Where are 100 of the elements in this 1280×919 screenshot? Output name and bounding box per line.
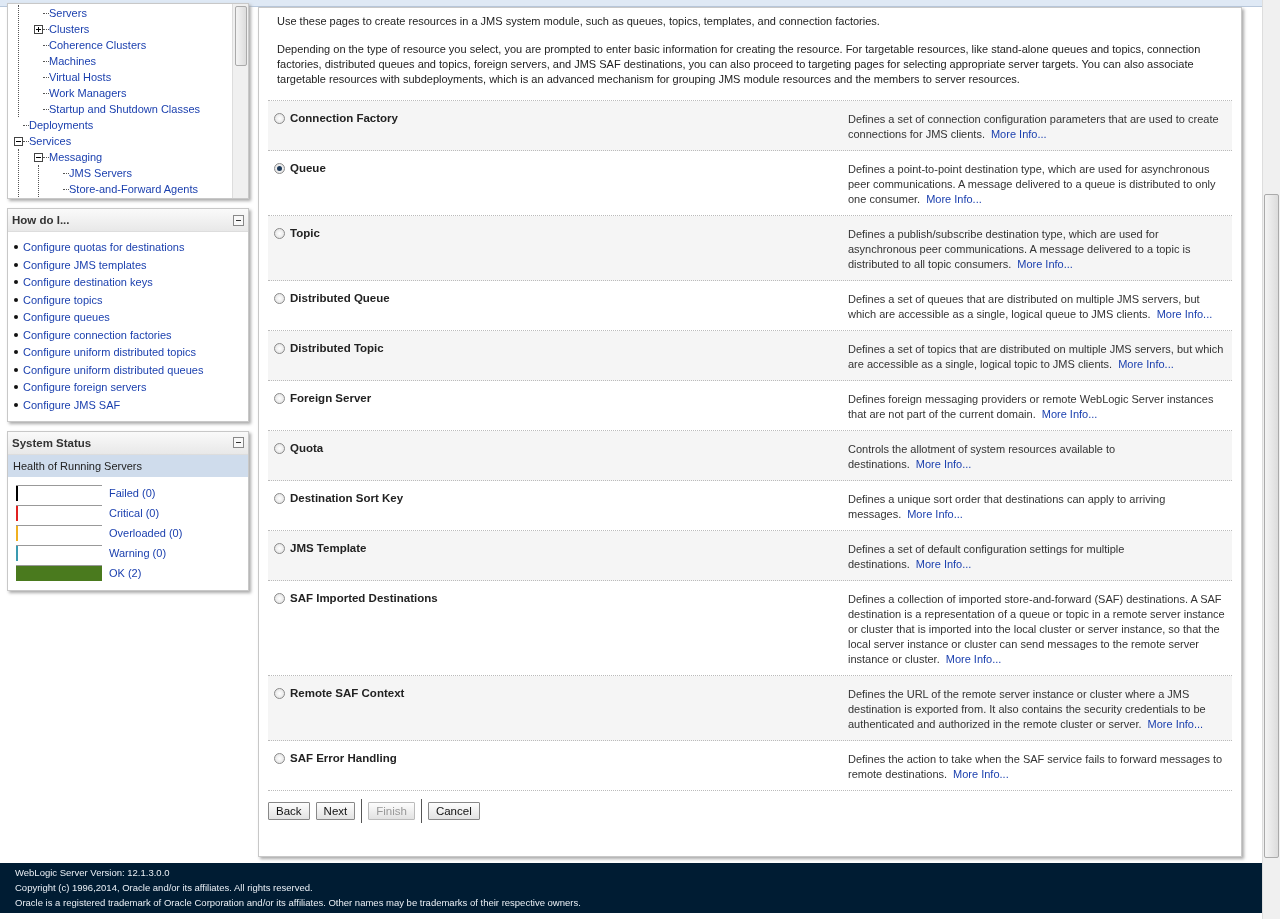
option-description: Defines foreign messaging providers or remote WebLogic Server instances that are not part of the current domain. More Info... xyxy=(848,392,1215,422)
wizard-button[interactable]: Cancel xyxy=(427,802,480,820)
tree-item[interactable]: Servers xyxy=(49,7,87,19)
bullet-icon xyxy=(14,367,18,372)
tree-item[interactable]: Deployments xyxy=(29,119,94,131)
option-label: Distributed Queue xyxy=(290,292,390,304)
plus-icon[interactable] xyxy=(34,24,43,34)
option-label: Topic xyxy=(290,227,320,239)
option-description: Controls the allotment of system resources available to destinations. More Info... xyxy=(848,442,1117,472)
help-link[interactable]: Configure queues xyxy=(23,311,110,323)
more-info-link[interactable]: More Info... xyxy=(1118,358,1174,370)
status-link[interactable]: OK (2) xyxy=(109,566,142,579)
more-info-link[interactable]: More Info... xyxy=(1156,308,1213,320)
minus-icon[interactable] xyxy=(14,136,23,146)
wizard-button[interactable]: Back xyxy=(268,802,310,820)
bullet-icon xyxy=(14,262,18,267)
tree-item[interactable]: JMS Servers xyxy=(69,167,132,179)
radio-button[interactable] xyxy=(274,593,285,604)
tree-item[interactable]: Coherence Clusters xyxy=(49,39,147,51)
intro-paragraph: Use these pages to create resources in a JMS system module, such as queues, topics, templates, and connection factories. xyxy=(277,14,881,29)
option-label: Connection Factory xyxy=(290,112,398,124)
option-description: Defines the URL of the remote server instance or cluster where a JMS destination is exported from. It also contains the security credentials to be authenticated and authorized in the remote cluster or server. More Info... xyxy=(848,687,1207,732)
radio-button[interactable] xyxy=(274,543,285,554)
scrollbar[interactable] xyxy=(232,4,248,198)
scrollbar[interactable] xyxy=(1262,0,1280,919)
help-link[interactable]: Configure destination keys xyxy=(23,276,153,288)
more-info-link[interactable]: More Info... xyxy=(1147,718,1204,730)
health-heading: Health of Running Servers xyxy=(8,454,248,477)
tree-item[interactable]: Messaging xyxy=(49,151,103,163)
radio-button[interactable] xyxy=(274,293,285,304)
help-link[interactable]: Configure topics xyxy=(23,293,103,306)
status-link[interactable]: Critical (0) xyxy=(109,506,160,519)
tree-item[interactable]: Machines xyxy=(49,55,97,67)
more-info-link[interactable]: More Info... xyxy=(915,558,972,570)
help-link[interactable]: Configure JMS SAF xyxy=(23,398,121,411)
option-label: Destination Sort Key xyxy=(290,492,404,504)
option-label: Distributed Topic xyxy=(290,342,384,354)
minus-icon[interactable] xyxy=(34,152,43,162)
option-description: Defines a set of topics that are distributed on multiple JMS servers, but which are accessible as a single, logical topic to JMS clients. More Info... xyxy=(848,342,1225,372)
collapse-icon[interactable] xyxy=(233,214,244,226)
option-label: Quota xyxy=(290,442,324,454)
footer-text: Oracle is a registered trademark of Oracle Corporation and/or its affiliates. Other names may be trademarks of their respective owners. xyxy=(15,896,582,909)
option-description: Defines the action to take when the SAF service fails to forward messages to remote destinations. More Info... xyxy=(848,752,1224,782)
bullet-icon xyxy=(14,385,18,389)
footer-text: WebLogic Server Version: 12.1.3.0.0 xyxy=(15,866,171,879)
tree-item[interactable]: Virtual Hosts xyxy=(49,71,112,83)
option-description: Defines a collection of imported store-and-forward (SAF) destinations. A SAF destination is a representation of a queue or topic in a remote server instance or cluster that is imported into the local cluster or server instance, so that the local server instance or cluster can send messages to the remote server instance or cluster. More Info... xyxy=(848,592,1226,667)
bullet-icon xyxy=(14,280,18,284)
more-info-link[interactable]: More Info... xyxy=(990,128,1047,140)
bullet-icon xyxy=(14,245,18,249)
bullet-icon xyxy=(14,297,18,302)
option-label: Queue xyxy=(290,162,326,174)
tree-item[interactable]: Work Managers xyxy=(49,87,127,99)
option-description: Defines a point-to-point destination type, which are used for asynchronous peer communications. A message delivered to a queue is distributed to only one consumer. More Info... xyxy=(848,162,1217,207)
radio-button[interactable] xyxy=(274,343,285,354)
option-description: Defines a publish/subscribe destination type, which are used for asynchronous peer communications. A message delivered to a topic is distributed to all topic consumers. More Info... xyxy=(848,227,1192,272)
more-info-link[interactable]: More Info... xyxy=(907,508,963,520)
more-info-link[interactable]: More Info... xyxy=(926,193,982,205)
option-description: Defines a unique sort order that destinations can apply to arriving messages. More Info... xyxy=(848,492,1167,522)
option-description: Defines a set of default configuration settings for multiple destinations. More Info... xyxy=(848,542,1126,572)
option-label: Remote SAF Context xyxy=(290,687,405,699)
wizard-button[interactable]: Next xyxy=(315,802,356,820)
radio-button[interactable] xyxy=(274,393,285,404)
radio-button[interactable] xyxy=(274,493,285,504)
help-link[interactable]: Configure JMS templates xyxy=(23,258,147,271)
bullet-icon xyxy=(14,315,18,319)
bullet-icon xyxy=(14,332,18,337)
panel-title: How do I... xyxy=(12,214,70,226)
option-label: SAF Error Handling xyxy=(290,752,397,764)
tree-item[interactable]: Store-and-Forward Agents xyxy=(69,183,198,195)
footer-text: Copyright (c) 1996,2014, Oracle and/or its affiliates. All rights reserved. xyxy=(15,881,314,894)
help-link[interactable]: Configure uniform distributed topics xyxy=(23,346,197,358)
help-link[interactable]: Configure quotas for destinations xyxy=(23,241,185,253)
help-link[interactable]: Configure foreign servers xyxy=(23,381,147,393)
more-info-link[interactable]: More Info... xyxy=(953,768,1009,780)
more-info-link[interactable]: More Info... xyxy=(945,653,1002,665)
more-info-link[interactable]: More Info... xyxy=(1041,408,1098,420)
help-link[interactable]: Configure connection factories xyxy=(23,328,172,341)
tree-item[interactable]: Clusters xyxy=(49,23,90,35)
radio-button[interactable] xyxy=(274,228,285,239)
help-link[interactable]: Configure uniform distributed queues xyxy=(23,363,204,376)
option-label: SAF Imported Destinations xyxy=(290,592,438,604)
collapse-icon[interactable] xyxy=(233,437,244,448)
status-link[interactable]: Failed (0) xyxy=(109,486,156,499)
panel-title: System Status xyxy=(12,436,92,449)
option-label: Foreign Server xyxy=(290,392,372,404)
tree-item[interactable]: Startup and Shutdown Classes xyxy=(49,103,201,115)
option-description: Defines a set of connection configuration parameters that are used to create connections for JMS clients. More Info... xyxy=(848,112,1220,142)
radio-button[interactable] xyxy=(274,443,285,454)
radio-button[interactable] xyxy=(274,113,285,124)
tree-item[interactable]: Services xyxy=(29,135,72,147)
more-info-link[interactable]: More Info... xyxy=(1017,258,1073,270)
radio-button[interactable] xyxy=(274,753,285,764)
option-description: Defines a set of queues that are distributed on multiple JMS servers, but which are accessible as a single, logical queue to JMS clients. More Info... xyxy=(848,292,1214,322)
status-link[interactable]: Overloaded (0) xyxy=(109,526,183,539)
bullet-icon xyxy=(14,350,18,354)
radio-button[interactable] xyxy=(274,163,285,174)
status-link[interactable]: Warning (0) xyxy=(109,546,167,559)
radio-button[interactable] xyxy=(274,688,285,699)
more-info-link[interactable]: More Info... xyxy=(915,458,972,470)
